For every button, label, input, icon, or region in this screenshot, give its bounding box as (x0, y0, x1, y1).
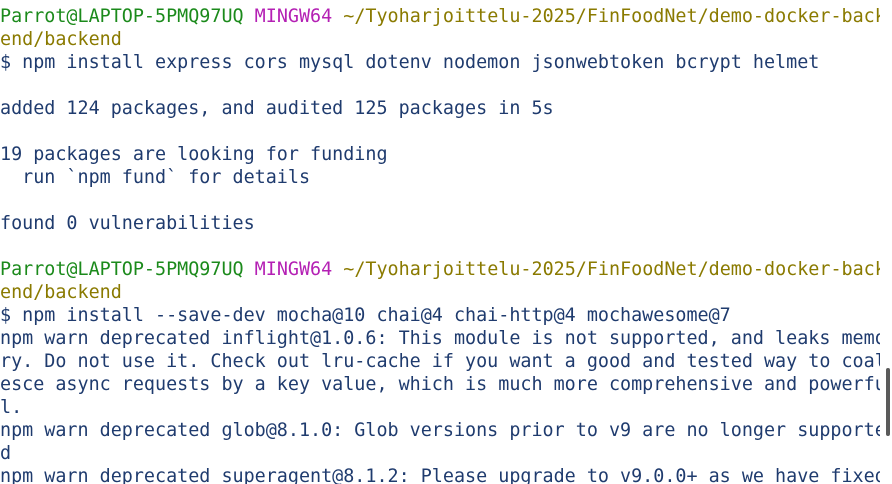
warning-line: npm warn deprecated inflight@1.0.6: This… (0, 328, 880, 349)
prompt-user-host: Parrot@LAPTOP-5PMQ97UQ (0, 259, 244, 280)
output-line: run `npm fund` for details (0, 167, 311, 188)
warning-line: ry. Do not use it. Check out lru-cache i… (0, 351, 880, 372)
prompt-path: ~/Tyoharjoittelu-2025/FinFoodNet/demo-do… (343, 259, 880, 280)
warning-line: npm warn deprecated glob@8.1.0: Glob ver… (0, 420, 880, 441)
prompt-line: Parrot@LAPTOP-5PMQ97UQ MINGW64 ~/Tyoharj… (0, 258, 880, 281)
prompt-shell: MINGW64 (254, 6, 333, 27)
warning-line: esce async requests by a key value, whic… (0, 374, 880, 395)
prompt-path-continuation: end/backend (0, 29, 122, 50)
output-line: 19 packages are looking for funding (0, 144, 388, 165)
prompt-path-continuation: end/backend (0, 282, 122, 303)
prompt-user-host: Parrot@LAPTOP-5PMQ97UQ (0, 6, 244, 27)
warning-line: l. (0, 397, 23, 418)
prompt-shell: MINGW64 (254, 259, 333, 280)
warning-line: npm warn deprecated superagent@8.1.2: Pl… (0, 466, 880, 484)
command-line: $ npm install --save-dev mocha@10 chai@4… (0, 305, 731, 326)
scrollbar-thumb[interactable] (886, 368, 890, 436)
vertical-scrollbar[interactable] (880, 0, 892, 484)
output-line: found 0 vulnerabilities (0, 213, 255, 234)
warning-line: d (0, 443, 12, 464)
prompt-path: ~/Tyoharjoittelu-2025/FinFoodNet/demo-do… (343, 6, 880, 27)
terminal-output[interactable]: Parrot@LAPTOP-5PMQ97UQ MINGW64 ~/Tyoharj… (0, 0, 880, 484)
prompt-line: Parrot@LAPTOP-5PMQ97UQ MINGW64 ~/Tyoharj… (0, 5, 880, 28)
output-line: added 124 packages, and audited 125 pack… (0, 98, 554, 119)
command-line: $ npm install express cors mysql dotenv … (0, 52, 820, 73)
